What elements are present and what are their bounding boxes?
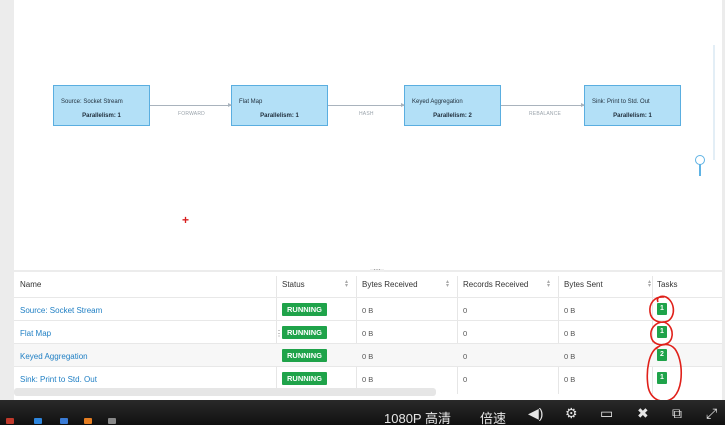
- sort-icon[interactable]: ▴ ▾: [648, 279, 651, 289]
- taskbar-app-icon[interactable]: [34, 418, 42, 424]
- bytes-sent-value: 0 B: [564, 352, 576, 361]
- header-tasks[interactable]: Tasks: [657, 280, 677, 289]
- bytes-received-value: 0 B: [362, 306, 374, 315]
- status-badge: RUNNING: [282, 303, 327, 316]
- danmaku-icon[interactable]: ✖: [637, 405, 649, 422]
- taskbar-app-icon[interactable]: [60, 418, 68, 424]
- header-bytes-sent[interactable]: Bytes Sent: [564, 280, 603, 289]
- tasks-badge: 1: [657, 372, 667, 384]
- vertex-name-link[interactable]: Source: Socket Stream: [20, 306, 102, 315]
- edge-label-hash: HASH: [359, 111, 374, 117]
- graph-edge-hash: [328, 103, 405, 107]
- zoom-slider-track[interactable]: [713, 45, 715, 160]
- table-row[interactable]: Source: Socket Stream RUNNING 0 B 0 0 B …: [14, 297, 722, 320]
- tasks-badge: 1: [657, 326, 667, 338]
- sort-icon[interactable]: ▴ ▾: [446, 279, 449, 289]
- header-records-received[interactable]: Records Received: [463, 280, 528, 289]
- quality-selector[interactable]: 1080P 高清: [384, 408, 451, 425]
- table-row[interactable]: Flat Map RUNNING 0 B 0 0 B 1: [14, 320, 722, 343]
- node-name: Keyed Aggregation: [412, 99, 463, 105]
- status-badge: RUNNING: [282, 326, 327, 339]
- vertex-name-link[interactable]: Keyed Aggregation: [20, 352, 88, 361]
- node-name: Sink: Print to Std. Out: [592, 99, 650, 105]
- status-badge: RUNNING: [282, 372, 327, 385]
- sort-icon[interactable]: ▴ ▾: [547, 279, 550, 289]
- header-bytes-received[interactable]: Bytes Received: [362, 280, 418, 289]
- volume-icon[interactable]: ◀): [528, 405, 543, 422]
- bytes-sent-value: 0 B: [564, 329, 576, 338]
- job-graph-canvas[interactable]: Source: Socket Stream Parallelism: 1 Fla…: [14, 0, 722, 270]
- records-received-value: 0: [463, 375, 468, 384]
- video-player-bar: 1080P 高清 倍速 ◀) ⚙ ▭ ✖ ⧉ ⤢: [0, 400, 725, 425]
- app-window: Source: Socket Stream Parallelism: 1 Fla…: [0, 0, 725, 425]
- fullscreen-window-icon[interactable]: ⧉: [672, 405, 682, 422]
- graph-edge-rebalance: [501, 103, 585, 107]
- graph-node-flat-map[interactable]: Flat Map Parallelism: 1: [231, 85, 328, 126]
- edge-label-forward: FORWARD: [178, 111, 205, 117]
- node-name: Flat Map: [239, 99, 263, 105]
- bytes-received-value: 0 B: [362, 375, 374, 384]
- header-name[interactable]: Name: [20, 280, 41, 289]
- speed-selector[interactable]: 倍速: [480, 408, 506, 425]
- taskbar-app-icon[interactable]: [6, 418, 14, 424]
- bytes-sent-value: 0 B: [564, 306, 576, 315]
- vertex-name-link[interactable]: Sink: Print to Std. Out: [20, 375, 97, 384]
- records-received-value: 0: [463, 329, 468, 338]
- records-received-value: 0: [463, 306, 468, 315]
- taskbar-app-icon[interactable]: [84, 418, 92, 424]
- horizontal-scrollbar[interactable]: [14, 388, 436, 396]
- status-badge: RUNNING: [282, 349, 327, 362]
- node-parallelism: Parallelism: 1: [82, 113, 121, 119]
- sort-icon[interactable]: ▴ ▾: [345, 279, 348, 289]
- graph-node-keyed-aggregation[interactable]: Keyed Aggregation Parallelism: 2: [404, 85, 501, 126]
- header-status[interactable]: Status: [282, 280, 305, 289]
- bytes-received-value: 0 B: [362, 352, 374, 361]
- tasks-badge: 2: [657, 349, 667, 361]
- vertex-table: Name Status ▴ ▾ Bytes Received ▴ ▾ Records…: [14, 272, 722, 400]
- column-drag-handle-icon[interactable]: ⋮: [275, 329, 283, 338]
- graph-edge-forward: [150, 103, 232, 107]
- records-received-value: 0: [463, 352, 468, 361]
- settings-gear-icon[interactable]: ⚙: [565, 405, 578, 422]
- node-parallelism: Parallelism: 1: [613, 113, 652, 119]
- vertex-name-link[interactable]: Flat Map: [20, 329, 51, 338]
- crosshair-cursor-icon: +: [182, 213, 190, 227]
- fullscreen-icon[interactable]: ⤢: [706, 405, 717, 422]
- table-row[interactable]: Keyed Aggregation RUNNING 0 B 0 0 B 2: [14, 343, 722, 366]
- zoom-slider-stem: [699, 164, 701, 176]
- table-row[interactable]: Sink: Print to Std. Out RUNNING 0 B 0 0 …: [14, 366, 722, 389]
- edge-label-rebalance: REBALANCE: [529, 111, 562, 117]
- tasks-badge: 1: [657, 303, 667, 315]
- node-parallelism: Parallelism: 1: [260, 113, 299, 119]
- picture-in-picture-icon[interactable]: ▭: [600, 405, 613, 422]
- graph-node-sink[interactable]: Sink: Print to Std. Out Parallelism: 1: [584, 85, 681, 126]
- node-parallelism: Parallelism: 2: [433, 113, 472, 119]
- node-name: Source: Socket Stream: [61, 99, 123, 105]
- bytes-received-value: 0 B: [362, 329, 374, 338]
- bytes-sent-value: 0 B: [564, 375, 576, 384]
- graph-node-source[interactable]: Source: Socket Stream Parallelism: 1: [53, 85, 150, 126]
- taskbar-app-icon[interactable]: [108, 418, 116, 424]
